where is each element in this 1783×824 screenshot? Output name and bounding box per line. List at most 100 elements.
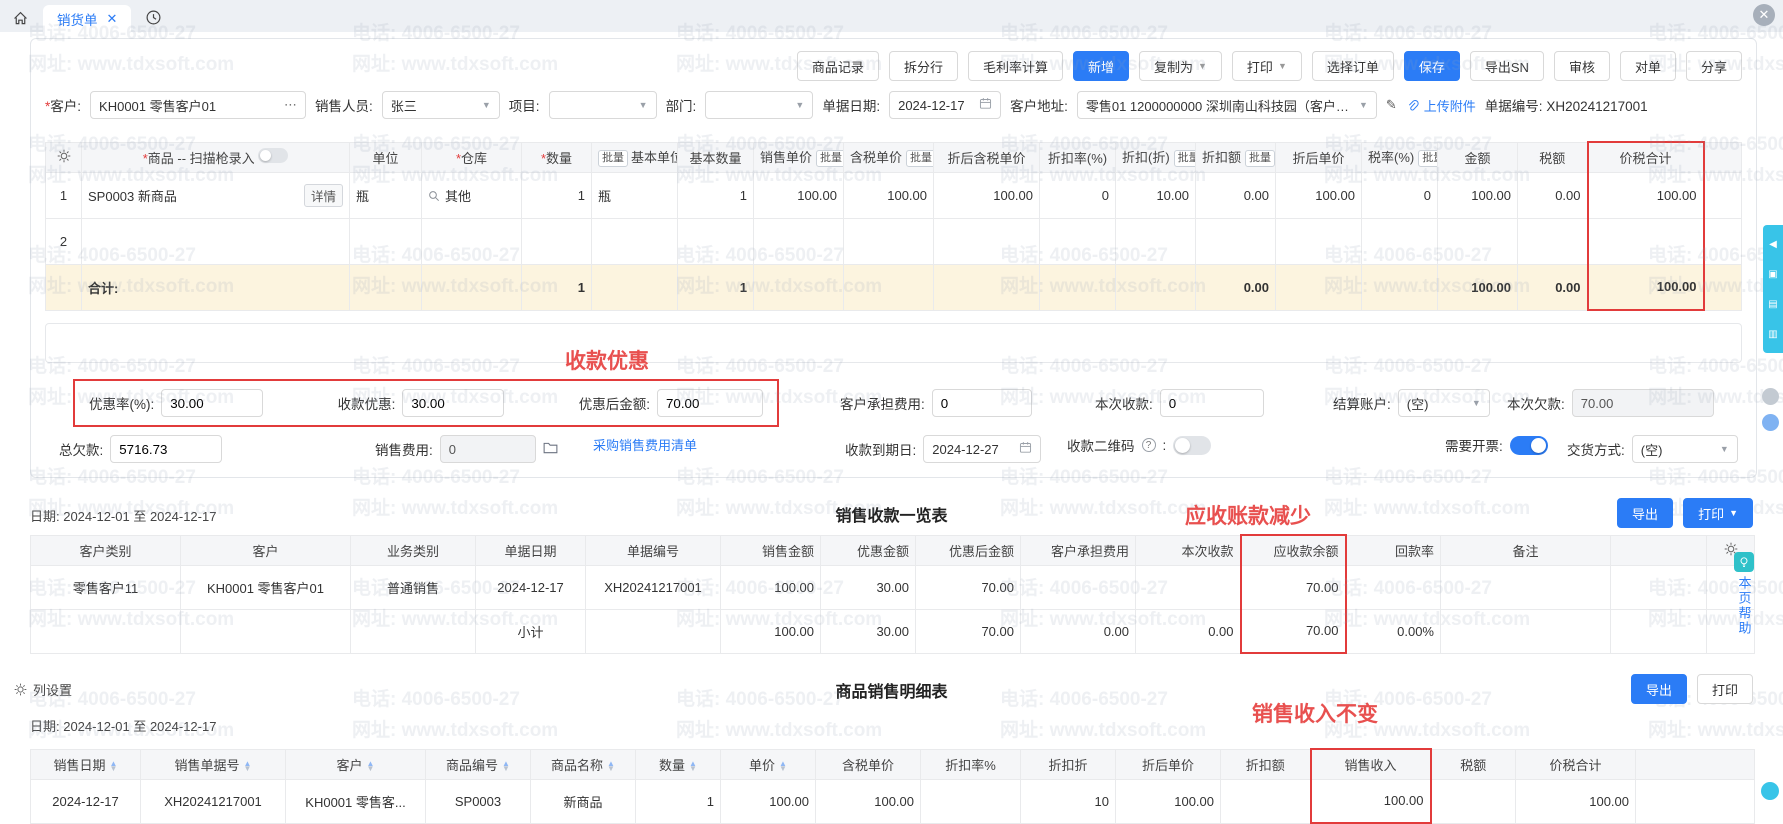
save-button[interactable]: 保存 bbox=[1404, 51, 1460, 81]
discount-rate-input[interactable] bbox=[161, 389, 263, 417]
share-button[interactable]: 分享 bbox=[1686, 51, 1742, 81]
this-debt-field: 本次欠款: 70.00 bbox=[1507, 389, 1714, 417]
col-unit: 单位 bbox=[350, 142, 422, 172]
item-row-2[interactable]: 2 bbox=[46, 218, 1742, 264]
col-disc-amt: 折扣额批量 bbox=[1196, 142, 1276, 172]
chevron-left-icon: ◀ bbox=[1769, 239, 1777, 250]
disc-amt-cell[interactable]: 0.00 bbox=[1196, 172, 1276, 218]
department-select[interactable]: ▼ bbox=[705, 91, 813, 119]
floating-bottom-icon[interactable] bbox=[1761, 782, 1779, 800]
new-button[interactable]: 新增 bbox=[1073, 51, 1129, 81]
receipt-print-button[interactable]: 打印▼ bbox=[1683, 498, 1753, 528]
edit-pencil-icon[interactable]: ✎ bbox=[1386, 97, 1397, 113]
home-icon[interactable] bbox=[12, 10, 29, 27]
batch-badge[interactable]: 批量 bbox=[598, 150, 628, 167]
col-customer[interactable]: 客户▲▼ bbox=[286, 749, 426, 779]
col-qty[interactable]: 数量▲▼ bbox=[636, 749, 721, 779]
this-payment-input[interactable] bbox=[1160, 389, 1264, 417]
tax-rate-cell[interactable]: 0 bbox=[1362, 172, 1438, 218]
audit-button[interactable]: 审核 bbox=[1554, 51, 1610, 81]
receipt-export-button[interactable]: 导出 bbox=[1617, 498, 1673, 528]
discount-cell[interactable]: 10.00 bbox=[1116, 172, 1196, 218]
tab-sales-order[interactable]: 销货单 ✕ bbox=[43, 5, 131, 32]
unit-cell[interactable]: 瓶 bbox=[350, 172, 422, 218]
calendar-icon[interactable] bbox=[1019, 441, 1032, 457]
page-help-widget[interactable]: 本页帮助 bbox=[1706, 552, 1782, 636]
detail-row[interactable]: 2024-12-17 XH20241217001 KH0001 零售客... S… bbox=[31, 779, 1755, 823]
purchase-sales-fee-link[interactable]: 采购销售费用清单 bbox=[593, 435, 697, 454]
after-discount-input[interactable] bbox=[657, 389, 763, 417]
qr-code-toggle[interactable] bbox=[1173, 436, 1211, 455]
total-debt-input[interactable] bbox=[110, 435, 222, 463]
bulb-icon bbox=[1734, 552, 1754, 572]
price-cell[interactable]: 100.00 bbox=[754, 172, 844, 218]
widget-icon: ▤ bbox=[1768, 299, 1777, 310]
check-order-button[interactable]: 对单 bbox=[1620, 51, 1676, 81]
history-clock-icon[interactable] bbox=[145, 9, 162, 26]
project-select[interactable]: ▼ bbox=[549, 91, 657, 119]
batch-badge[interactable]: 批量 bbox=[816, 150, 843, 167]
items-gear-header[interactable] bbox=[46, 142, 82, 172]
export-sn-button[interactable]: 导出SN bbox=[1470, 51, 1544, 81]
qty-cell[interactable]: 1 bbox=[522, 172, 592, 218]
detail-button[interactable]: 详情 bbox=[304, 184, 343, 207]
sales-fee-input: 0 bbox=[440, 435, 536, 463]
product-record-button[interactable]: 商品记录 bbox=[797, 51, 879, 81]
col-sale-doc-no[interactable]: 销售单据号▲▼ bbox=[141, 749, 286, 779]
floating-toolbar[interactable]: ◀ ▣ ▤ ▥ bbox=[1763, 225, 1783, 353]
batch-badge[interactable]: 批量 bbox=[1418, 150, 1437, 167]
tab-close-icon[interactable]: ✕ bbox=[107, 11, 118, 27]
chevron-down-icon: ▼ bbox=[795, 100, 804, 110]
settle-account-select[interactable]: (空)▼ bbox=[1398, 389, 1490, 417]
col-product-name[interactable]: 商品名称▲▼ bbox=[531, 749, 636, 779]
delivery-select[interactable]: (空)▼ bbox=[1632, 435, 1738, 463]
customer-fee-input[interactable] bbox=[932, 389, 1032, 417]
upload-attachment-link[interactable]: 上传附件 bbox=[1406, 96, 1476, 115]
batch-badge[interactable]: 批量 bbox=[1245, 150, 1275, 167]
floating-dot-blue[interactable] bbox=[1762, 414, 1779, 431]
col-sale-date[interactable]: 销售日期▲▼ bbox=[31, 749, 141, 779]
total-cell: 100.00 bbox=[1588, 172, 1704, 218]
tax-price-cell[interactable]: 100.00 bbox=[844, 172, 934, 218]
due-date-input[interactable]: 2024-12-27 bbox=[923, 435, 1041, 463]
col-price[interactable]: 单价▲▼ bbox=[721, 749, 816, 779]
col-product: *商品 -- 扫描枪录入 bbox=[82, 142, 350, 172]
receipt-row[interactable]: 零售客户11 KH0001 零售客户01 普通销售 2024-12-17 XH2… bbox=[31, 565, 1755, 609]
receipt-discount-input[interactable] bbox=[402, 389, 504, 417]
batch-badge[interactable]: 批量 bbox=[1174, 150, 1196, 167]
this-payment-field: 本次收款: bbox=[1095, 389, 1264, 417]
product-cell[interactable]: SP0003 新商品详情 bbox=[82, 172, 350, 218]
detail-print-button[interactable]: 打印 bbox=[1697, 674, 1753, 704]
doc-date-input[interactable]: 2024-12-17 bbox=[889, 91, 1001, 119]
need-invoice-toggle[interactable] bbox=[1510, 436, 1548, 455]
print-button[interactable]: 打印▼ bbox=[1232, 51, 1302, 81]
remark-box[interactable] bbox=[45, 323, 1742, 363]
question-circle-icon[interactable]: ? bbox=[1142, 438, 1156, 452]
disc-price-cell[interactable]: 100.00 bbox=[1276, 172, 1362, 218]
address-select[interactable]: 零售01 1200000000 深圳南山科技园（客户信息联系地址） ▼ bbox=[1077, 91, 1377, 119]
project-label: 项目: bbox=[509, 95, 540, 115]
scan-toggle[interactable] bbox=[258, 148, 288, 163]
item-row-1[interactable]: 1 SP0003 新商品详情 瓶 其他 1 瓶 1 100.00 100.00 … bbox=[46, 172, 1742, 218]
salesperson-select[interactable]: 张三 ▼ bbox=[382, 91, 500, 119]
batch-badge[interactable]: 批量 bbox=[906, 150, 933, 167]
select-order-button[interactable]: 选择订单 bbox=[1312, 51, 1394, 81]
sales-fee-field: 销售费用: 0 bbox=[375, 435, 558, 463]
customer-input[interactable]: KH0001 零售客户01 ⋯ bbox=[90, 91, 306, 119]
ellipsis-icon[interactable]: ⋯ bbox=[284, 97, 297, 113]
this-debt-input: 70.00 bbox=[1572, 389, 1714, 417]
col-product-code[interactable]: 商品编号▲▼ bbox=[426, 749, 531, 779]
sort-icon: ▲▼ bbox=[110, 761, 118, 771]
widget-icon: ▥ bbox=[1768, 329, 1777, 340]
calendar-icon[interactable] bbox=[979, 97, 992, 113]
disc-rate-cell[interactable]: 0 bbox=[1040, 172, 1116, 218]
margin-calc-button[interactable]: 毛利率计算 bbox=[968, 51, 1063, 81]
floating-dot-gray[interactable] bbox=[1762, 388, 1779, 405]
window-close-icon[interactable]: ✕ bbox=[1753, 4, 1775, 26]
detail-export-button[interactable]: 导出 bbox=[1631, 674, 1687, 704]
warehouse-cell[interactable]: 其他 bbox=[422, 172, 522, 218]
copy-as-button[interactable]: 复制为▼ bbox=[1139, 51, 1222, 81]
folder-icon[interactable] bbox=[543, 441, 558, 457]
split-row-button[interactable]: 拆分行 bbox=[889, 51, 958, 81]
disc-tax-price-cell[interactable]: 100.00 bbox=[934, 172, 1040, 218]
